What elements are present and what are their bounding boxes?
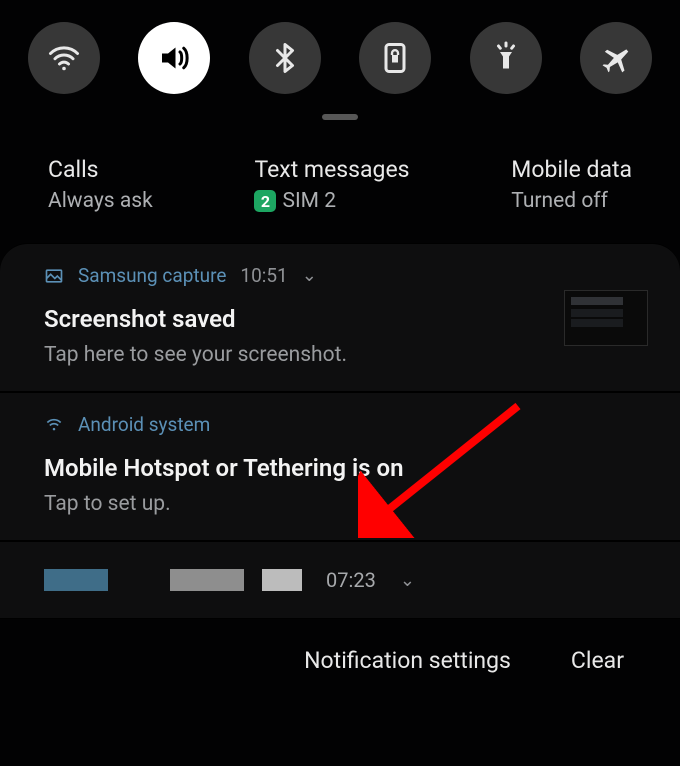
- quick-settings-row: [0, 0, 680, 102]
- flashlight-icon: [488, 40, 524, 76]
- speaker-icon: [156, 40, 192, 76]
- sim-status-row: Calls Always ask Text messages 2 SIM 2 M…: [0, 120, 680, 243]
- wifi-small-icon: [44, 415, 64, 435]
- notification-time: 07:23: [326, 568, 376, 592]
- notification-time: 10:51: [240, 264, 287, 287]
- flashlight-tile[interactable]: [470, 22, 542, 94]
- notification-app-name: Android system: [78, 413, 210, 436]
- texts-title: Text messages: [254, 156, 409, 183]
- wifi-icon: [46, 40, 82, 76]
- redacted-block: [262, 569, 302, 591]
- notification-screenshot[interactable]: Samsung capture 10:51 ⌄ Screenshot saved…: [0, 243, 680, 392]
- screenshot-thumbnail[interactable]: [564, 290, 648, 346]
- chevron-down-icon[interactable]: ⌄: [400, 570, 415, 591]
- redacted-block: [170, 569, 244, 591]
- data-title: Mobile data: [511, 156, 632, 183]
- notification-title: Screenshot saved: [44, 305, 636, 333]
- redacted-block: [44, 569, 108, 591]
- notification-body: Tap here to see your screenshot.: [44, 343, 636, 367]
- data-value: Turned off: [511, 189, 632, 213]
- calls-value: Always ask: [48, 189, 153, 213]
- notification-settings-button[interactable]: Notification settings: [304, 647, 511, 674]
- rotation-lock-tile[interactable]: [359, 22, 431, 94]
- notification-body: Tap to set up.: [44, 492, 636, 516]
- bluetooth-icon: [267, 40, 303, 76]
- image-icon: [44, 266, 64, 286]
- mobile-data-selector[interactable]: Mobile data Turned off: [511, 156, 632, 213]
- notification-hotspot[interactable]: Android system Mobile Hotspot or Tetheri…: [0, 392, 680, 541]
- calls-title: Calls: [48, 156, 153, 183]
- calls-selector[interactable]: Calls Always ask: [48, 156, 153, 213]
- wifi-tile[interactable]: [28, 22, 100, 94]
- notification-header: Samsung capture 10:51 ⌄: [44, 264, 636, 287]
- texts-value: 2 SIM 2: [254, 189, 409, 213]
- airplane-tile[interactable]: [580, 22, 652, 94]
- bluetooth-tile[interactable]: [249, 22, 321, 94]
- notification-title: Mobile Hotspot or Tethering is on: [44, 454, 636, 482]
- notification-footer: Notification settings Clear: [0, 619, 680, 674]
- texts-value-text: SIM 2: [282, 189, 336, 213]
- sound-tile[interactable]: [138, 22, 210, 94]
- clear-button[interactable]: Clear: [571, 647, 624, 674]
- airplane-icon: [598, 40, 634, 76]
- sim-badge: 2: [254, 190, 276, 212]
- notification-collapsed[interactable]: 07:23 ⌄: [0, 541, 680, 619]
- texts-selector[interactable]: Text messages 2 SIM 2: [254, 156, 409, 213]
- notification-header: Android system: [44, 413, 636, 436]
- notification-app-name: Samsung capture: [78, 264, 226, 287]
- chevron-down-icon[interactable]: ⌄: [302, 265, 317, 286]
- rotation-lock-icon: [377, 40, 413, 76]
